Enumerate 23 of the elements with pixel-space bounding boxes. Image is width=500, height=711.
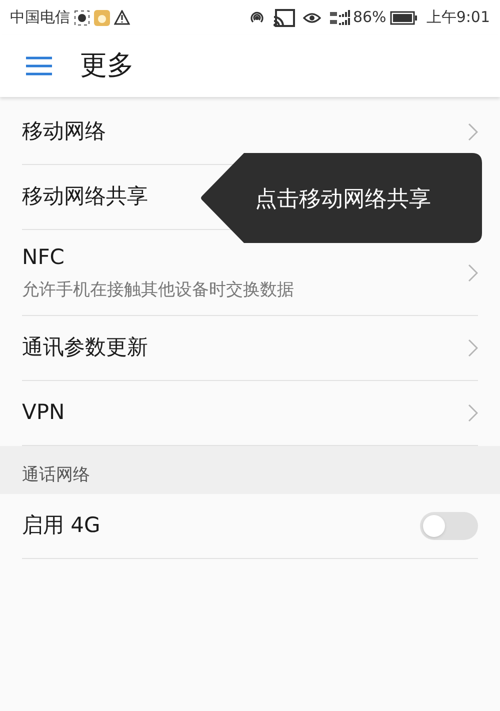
warning-icon bbox=[114, 10, 130, 25]
section-header: 通话网络 bbox=[0, 446, 500, 494]
row-label[interactable]: NFC bbox=[22, 242, 64, 274]
row-label[interactable]: 通讯参数更新 bbox=[22, 332, 148, 364]
eye-icon bbox=[302, 10, 321, 24]
app-icon bbox=[94, 10, 110, 26]
battery-percent: 86% bbox=[352, 7, 386, 28]
cast-icon bbox=[272, 8, 295, 26]
menu-icon[interactable] bbox=[26, 56, 52, 76]
toggle-switch[interactable] bbox=[420, 512, 478, 540]
row-label: 启用 4G bbox=[22, 512, 102, 540]
row-subtitle: 允许手机在接触其他设备时交换数据 bbox=[22, 278, 294, 302]
screenshot-icon bbox=[74, 10, 90, 26]
signal-icon bbox=[328, 10, 351, 26]
row-label[interactable]: 移动网络共享 bbox=[22, 181, 148, 213]
carrier-name: 中国电信 bbox=[10, 7, 70, 28]
clock-time: 上午9:01 bbox=[426, 7, 490, 28]
row-label[interactable]: VPN bbox=[22, 397, 65, 429]
hotspot-icon bbox=[248, 10, 265, 26]
tooltip-text: 点击移动网络共享 bbox=[255, 186, 431, 214]
page-title: 更多 bbox=[80, 48, 134, 83]
battery-icon bbox=[390, 10, 418, 24]
row-label[interactable]: 移动网络 bbox=[22, 116, 106, 148]
